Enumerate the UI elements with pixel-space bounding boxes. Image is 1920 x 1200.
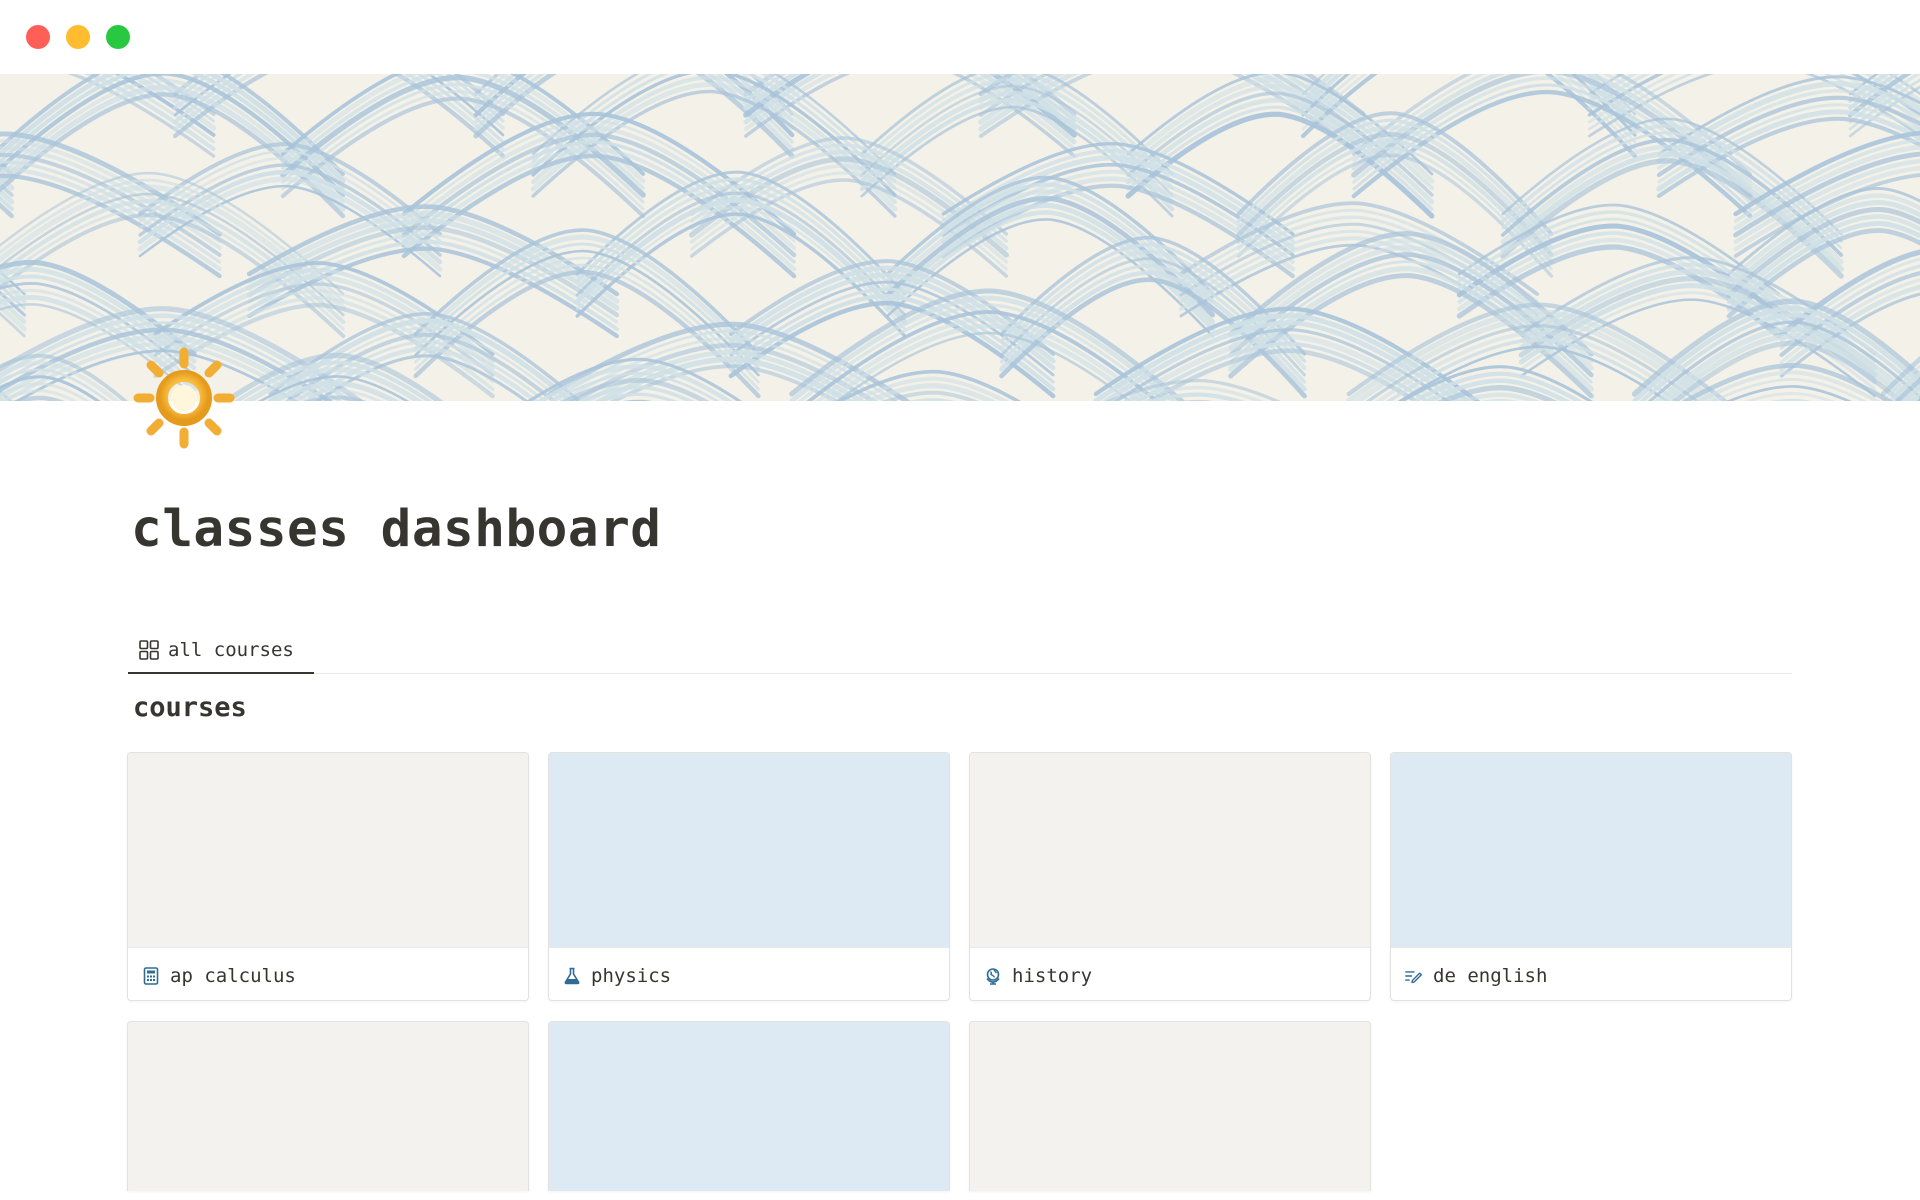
card-footer: de english	[1391, 949, 1791, 1000]
card-title: de english	[1433, 964, 1548, 987]
course-card-physics[interactable]: physics	[548, 752, 950, 1001]
gallery-icon	[139, 640, 159, 660]
tab-all-courses[interactable]: all courses	[128, 628, 314, 674]
card-cover	[970, 753, 1370, 948]
minimize-window-button[interactable]	[66, 25, 90, 49]
globe-icon	[986, 967, 1000, 985]
card-footer: history	[970, 949, 1370, 1000]
close-window-button[interactable]	[26, 25, 50, 49]
page-title[interactable]: classes dashboard	[131, 500, 661, 559]
card-title: ap calculus	[170, 964, 296, 987]
course-card-de-english[interactable]: de english	[1390, 752, 1792, 1001]
card-cover	[549, 1022, 949, 1191]
calculator-icon	[143, 966, 159, 985]
page-cover-image[interactable]	[0, 74, 1920, 401]
maximize-window-button[interactable]	[106, 25, 130, 49]
card-cover	[970, 1022, 1370, 1191]
view-tabs: all courses	[128, 628, 1792, 674]
card-cover	[1391, 753, 1791, 948]
writing-icon	[1405, 970, 1423, 983]
course-card[interactable]	[127, 1021, 529, 1191]
sun-icon[interactable]	[130, 344, 238, 452]
window-titlebar	[0, 0, 1920, 74]
tab-label: all courses	[168, 639, 294, 661]
gallery-title[interactable]: courses	[133, 692, 247, 723]
course-card[interactable]	[548, 1021, 950, 1191]
card-cover	[549, 753, 949, 948]
course-card-history[interactable]: history	[969, 752, 1371, 1001]
card-footer: ap calculus	[128, 949, 528, 1000]
course-card[interactable]	[969, 1021, 1371, 1191]
card-title: history	[1012, 964, 1093, 987]
card-cover	[128, 1022, 528, 1191]
card-cover	[128, 753, 528, 948]
wave-pattern	[0, 74, 1920, 401]
card-title: physics	[591, 964, 672, 987]
flask-icon	[564, 967, 580, 984]
course-card-ap-calculus[interactable]: ap calculus	[127, 752, 529, 1001]
card-footer: physics	[549, 949, 949, 1000]
